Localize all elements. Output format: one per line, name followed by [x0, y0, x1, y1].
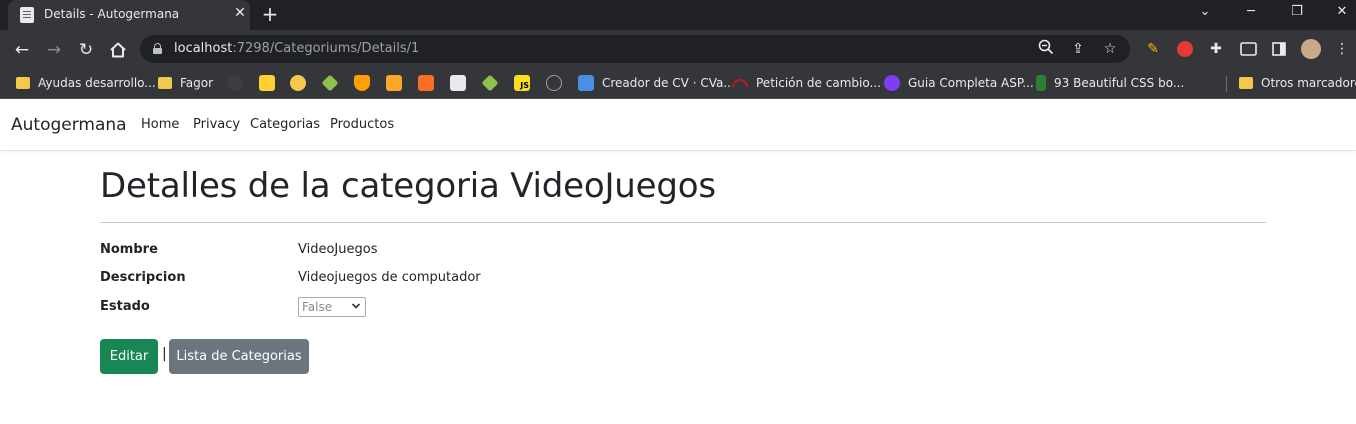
bookmark-stack[interactable] [386, 73, 402, 93]
field-value-nombre: VideoJuegos [298, 242, 378, 257]
tab-search-icon[interactable]: ⌄ [1193, 2, 1217, 22]
globe-icon [546, 75, 562, 91]
nav-link-home[interactable]: Home [141, 117, 179, 132]
chevron-down-icon [351, 303, 361, 309]
url-text[interactable]: localhost:7298/Categoriums/Details/1 [174, 41, 419, 56]
tab-close-icon[interactable]: ✕ [232, 5, 248, 21]
browser-tab-active[interactable]: Details - Autogermana ✕ [8, 0, 250, 30]
button-separator: | [162, 346, 167, 362]
forward-icon[interactable]: → [43, 39, 65, 61]
field-label-descripcion: Descripcion [100, 270, 186, 285]
css-icon [1036, 75, 1046, 91]
site-brand[interactable]: Autogermana [11, 115, 127, 135]
back-icon[interactable]: ← [11, 39, 33, 61]
category-list-button[interactable]: Lista de Categorias [169, 339, 309, 374]
side-panel-icon[interactable] [1269, 39, 1289, 59]
page-title: Detalles de la categoria VideoJuegos [100, 166, 716, 206]
javascript-icon: JS [514, 75, 530, 91]
bookmark-js[interactable]: JS [514, 73, 530, 93]
bookmark-css[interactable]: 93 Beautiful CSS bo... [1036, 73, 1184, 93]
nav-link-productos[interactable]: Productos [330, 117, 394, 132]
bookmark-fagor[interactable]: Fagor [158, 73, 213, 93]
lock-icon[interactable] [153, 43, 162, 54]
field-value-descripcion: Videojuegos de computador [298, 270, 481, 285]
cast-icon[interactable] [1238, 39, 1258, 59]
bookmark-github[interactable] [227, 73, 243, 93]
bookmark-star-icon[interactable]: ☆ [1100, 39, 1120, 59]
folder-icon [1239, 77, 1253, 89]
page-favicon-icon [20, 7, 34, 23]
nav-link-categorias[interactable]: Categorias [250, 117, 320, 132]
firebase-icon [354, 75, 370, 91]
headset-icon [732, 79, 748, 87]
browser-tab-strip: Details - Autogermana ✕ + ⌄ ─ ❐ ✕ [0, 0, 1356, 30]
bookmark-guia[interactable]: Guia Completa ASP... [884, 73, 1034, 93]
diamond-icon [481, 74, 499, 92]
new-tab-icon[interactable]: + [260, 4, 280, 24]
cv-creator-icon [578, 75, 594, 91]
gitlab-icon [418, 75, 434, 91]
bookmarks-separator [1226, 76, 1227, 92]
bookmarks-bar: Ayudas desarrollo... Fagor JS Creador de… [0, 68, 1356, 99]
stack-icon [386, 75, 402, 91]
site-navbar: Autogermana Home Privacy Categorias Prod… [0, 100, 1356, 151]
field-label-estado: Estado [100, 299, 150, 314]
extension-pencil-icon[interactable]: ✎ [1143, 39, 1163, 59]
folder-icon [158, 77, 172, 89]
folder-icon [16, 77, 30, 89]
reload-icon[interactable]: ↻ [75, 39, 97, 61]
bookmark-firebase[interactable] [354, 73, 370, 93]
home-icon[interactable] [107, 39, 129, 61]
miro-icon [259, 75, 275, 91]
estado-select[interactable]: False [298, 297, 366, 317]
bookmark-peticion[interactable]: Petición de cambio... [732, 73, 881, 93]
title-divider [100, 222, 1266, 223]
field-label-nombre: Nombre [100, 242, 158, 257]
bookmark-otros[interactable]: Otros marcadores [1239, 73, 1356, 93]
estado-select-value: False [302, 300, 333, 314]
browser-toolbar: ← → ↻ localhost:7298/Categoriums/Details… [0, 30, 1356, 68]
github-icon [227, 75, 243, 91]
bookmark-gitlab[interactable] [418, 73, 434, 93]
profile-avatar-icon[interactable] [1301, 39, 1321, 59]
share-icon[interactable]: ⇪ [1068, 39, 1088, 59]
guide-icon [884, 75, 900, 91]
address-bar[interactable]: localhost:7298/Categoriums/Details/1 ⇪ ☆ [140, 35, 1130, 63]
bookmark-diamond[interactable] [321, 73, 339, 93]
extensions-puzzle-icon[interactable]: ✚ [1206, 39, 1226, 59]
bookmark-ayudas[interactable]: Ayudas desarrollo... [16, 73, 156, 93]
bookmark-emoji[interactable] [290, 73, 306, 93]
bookmark-search[interactable] [450, 73, 466, 93]
diamond-icon [321, 74, 339, 92]
restore-icon[interactable]: ❐ [1285, 2, 1309, 22]
tab-title: Details - Autogermana [44, 7, 180, 21]
bookmark-globe[interactable] [546, 73, 562, 93]
edit-button[interactable]: Editar [100, 339, 158, 374]
nerd-face-icon [290, 75, 306, 91]
search-page-icon [450, 75, 466, 91]
menu-kebab-icon[interactable]: ⋮ [1332, 39, 1352, 59]
zoom-icon[interactable] [1036, 39, 1056, 59]
bookmark-cvapp[interactable]: Creador de CV · CVa... [578, 73, 735, 93]
bookmark-diamond-2[interactable] [481, 73, 499, 93]
bookmark-miro[interactable] [259, 73, 275, 93]
minimize-icon[interactable]: ─ [1239, 2, 1263, 22]
extension-adblock-icon[interactable] [1175, 39, 1195, 59]
close-window-icon[interactable]: ✕ [1330, 2, 1354, 22]
nav-link-privacy[interactable]: Privacy [193, 117, 240, 132]
